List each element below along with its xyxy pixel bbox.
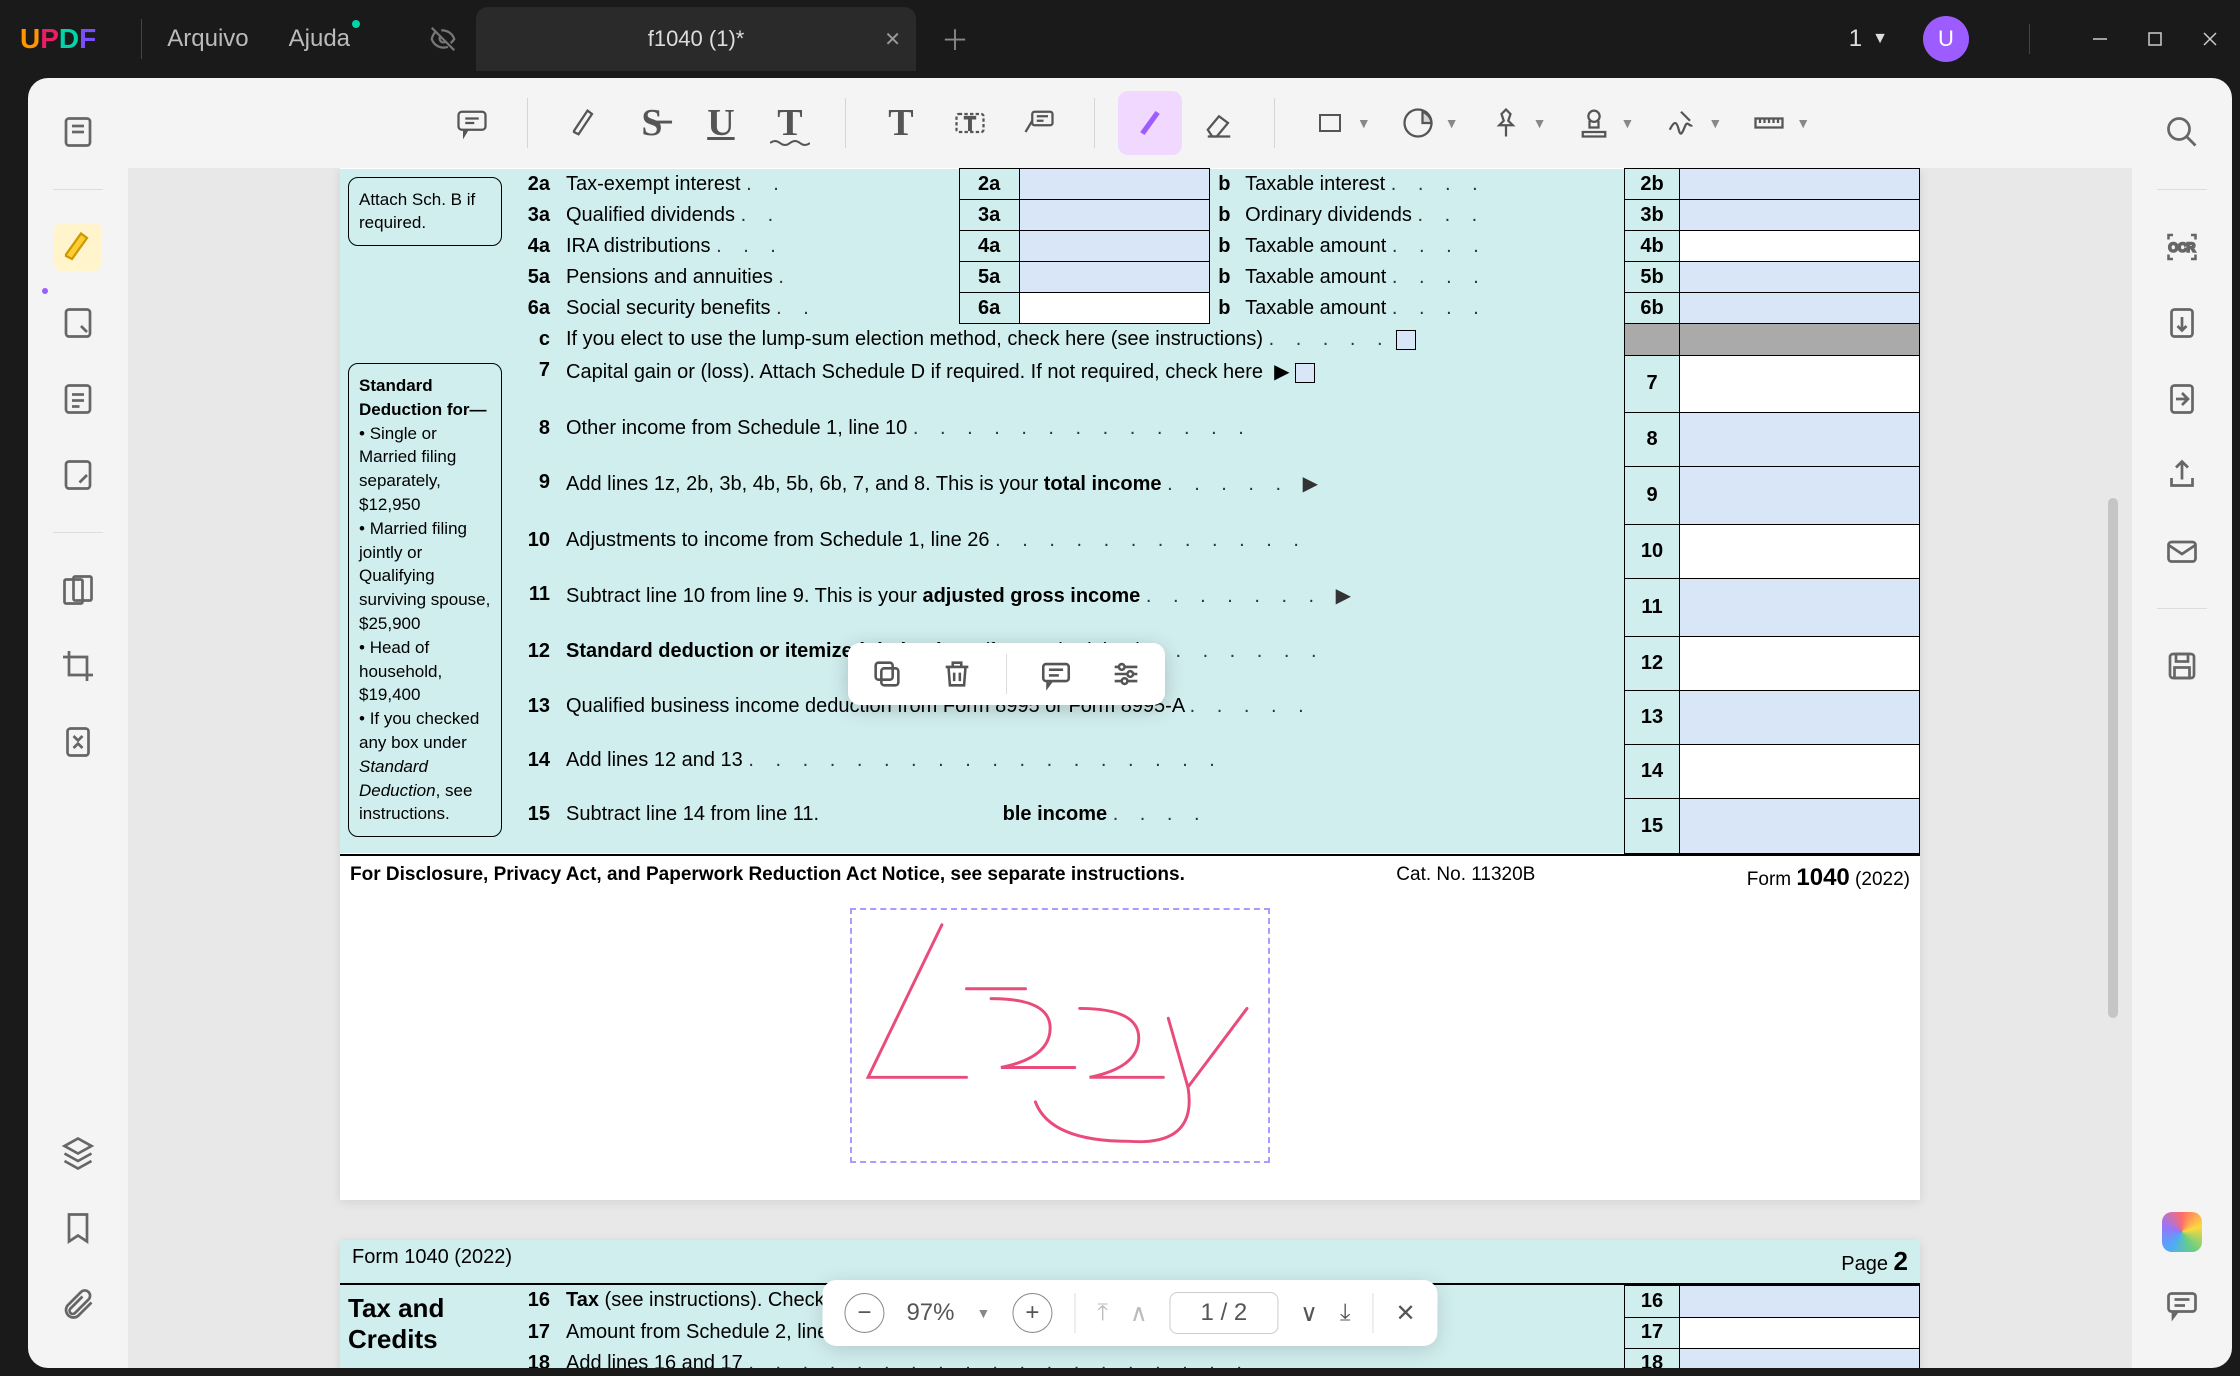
copy-icon[interactable]: [866, 653, 908, 695]
zoom-level[interactable]: 97%: [906, 1299, 954, 1327]
convert-icon[interactable]: [2158, 299, 2206, 347]
properties-icon[interactable]: [1105, 653, 1147, 695]
edit-text-icon[interactable]: [54, 299, 102, 347]
svg-text:OCR: OCR: [2169, 241, 2196, 255]
ai-assistant-icon[interactable]: [2162, 1212, 2202, 1252]
underline-icon[interactable]: U: [689, 91, 753, 155]
standard-deduction-note: Standard Deduction for— • Single or Marr…: [348, 363, 502, 837]
note-icon[interactable]: [1035, 653, 1077, 695]
zoom-in-button[interactable]: +: [1012, 1293, 1052, 1333]
drawing-selection[interactable]: [850, 908, 1270, 1163]
chat-icon[interactable]: [2158, 1280, 2206, 1328]
layers-icon[interactable]: [54, 1128, 102, 1176]
user-avatar[interactable]: U: [1923, 16, 1969, 62]
thumbnails-icon[interactable]: [54, 108, 102, 156]
scrollbar-thumb[interactable]: [2108, 498, 2118, 1018]
close-window-icon[interactable]: [2200, 29, 2220, 49]
stamp-icon[interactable]: [1562, 91, 1626, 155]
close-zoombar-icon[interactable]: ✕: [1395, 1299, 1415, 1328]
last-page-icon[interactable]: ⤓: [1340, 1299, 1351, 1327]
share-icon[interactable]: [2158, 451, 2206, 499]
tab-title: f1040 (1)*: [648, 26, 745, 52]
measure-icon[interactable]: [1737, 91, 1801, 155]
zoom-dropdown-icon[interactable]: ▼: [976, 1305, 990, 1321]
sticker-icon[interactable]: [1386, 91, 1450, 155]
comment-icon[interactable]: [440, 91, 504, 155]
page2-page-num: Page 2: [1841, 1246, 1908, 1277]
callout-icon[interactable]: [1007, 91, 1071, 155]
zoom-navigation-bar: − 97% ▼ + ⤒ ∧ 1 / 2 ∨ ⤓ ✕: [822, 1280, 1437, 1346]
organize-pages-icon[interactable]: [54, 566, 102, 614]
add-tab-button[interactable]: ＋: [941, 19, 969, 59]
selection-context-toolbar: [848, 643, 1165, 705]
app-logo: UPDF: [20, 23, 96, 55]
strikethrough-icon[interactable]: S̶: [620, 91, 684, 155]
highlighter-tool-icon[interactable]: [54, 223, 102, 271]
close-tab-icon[interactable]: ✕: [884, 27, 901, 52]
ocr-icon[interactable]: OCR: [2158, 223, 2206, 271]
bookmark-icon[interactable]: [54, 1204, 102, 1252]
page-text-icon[interactable]: [54, 375, 102, 423]
export-icon[interactable]: [2158, 375, 2206, 423]
squiggly-icon[interactable]: T: [758, 91, 822, 155]
menu-file[interactable]: Arquivo: [167, 25, 248, 53]
search-icon[interactable]: [2158, 108, 2206, 156]
form-icon[interactable]: [54, 451, 102, 499]
svg-text:T: T: [964, 114, 975, 134]
first-page-icon[interactable]: ⤒: [1097, 1299, 1108, 1327]
attachment-icon[interactable]: [54, 1280, 102, 1328]
email-icon[interactable]: [2158, 527, 2206, 575]
page2-form-label: Form 1040 (2022): [352, 1246, 512, 1277]
minimize-icon[interactable]: [2090, 29, 2110, 49]
textbox-icon[interactable]: T: [938, 91, 1002, 155]
prev-page-icon[interactable]: ∧: [1130, 1299, 1148, 1328]
highlight-icon[interactable]: [551, 91, 615, 155]
pencil-draw-icon[interactable]: [1118, 91, 1182, 155]
menu-help[interactable]: Ajuda: [289, 25, 350, 53]
page-dropdown[interactable]: 1 ▼: [1849, 25, 1888, 53]
document-tab[interactable]: f1040 (1)* ✕: [476, 7, 916, 71]
zoom-out-button[interactable]: −: [844, 1293, 884, 1333]
crop-icon[interactable]: [54, 642, 102, 690]
pin-icon[interactable]: [1474, 91, 1538, 155]
compress-icon[interactable]: [54, 718, 102, 766]
next-page-icon[interactable]: ∨: [1300, 1299, 1318, 1328]
maximize-icon[interactable]: [2145, 29, 2165, 49]
text-icon[interactable]: T: [869, 91, 933, 155]
tax-credits-heading: Tax and Credits: [340, 1285, 510, 1368]
eraser-icon[interactable]: [1187, 91, 1251, 155]
page-input[interactable]: 1 / 2: [1170, 1292, 1279, 1334]
no-preview-icon[interactable]: [428, 24, 458, 54]
shape-rect-icon[interactable]: [1298, 91, 1362, 155]
attach-schb-note: Attach Sch. B if required.: [348, 177, 502, 247]
disclosure-footer: For Disclosure, Privacy Act, and Paperwo…: [340, 854, 1920, 900]
signature-icon[interactable]: [1649, 91, 1713, 155]
save-icon[interactable]: [2158, 642, 2206, 690]
delete-icon[interactable]: [936, 653, 978, 695]
